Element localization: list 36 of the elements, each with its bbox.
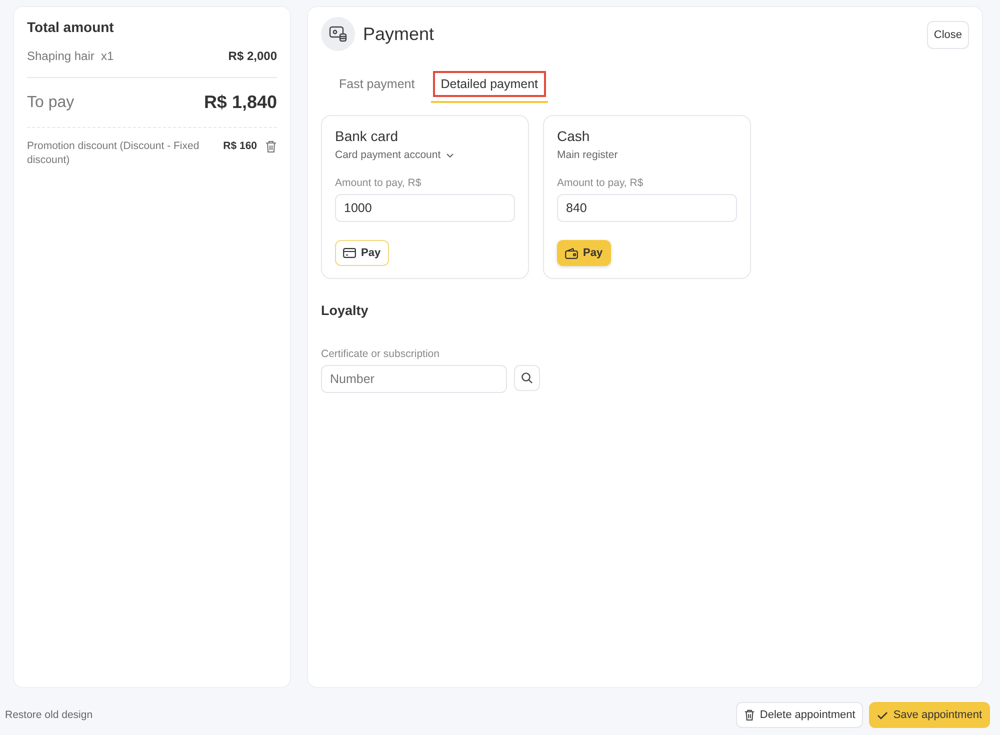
- trash-icon: [744, 709, 755, 721]
- pay-button[interactable]: Pay: [335, 240, 389, 266]
- service-name: Shaping hair x1: [27, 49, 114, 63]
- number-field[interactable]: Number: [321, 365, 507, 393]
- save-button[interactable]: Save appointment: [869, 702, 990, 728]
- to-pay-amount: R$ 1,840: [204, 92, 277, 113]
- amount-field[interactable]: 1000: [335, 194, 515, 222]
- method-title: Bank card: [335, 128, 400, 144]
- card-icon: [343, 248, 356, 258]
- account-name: Main register: [557, 149, 618, 161]
- amount-label: Amount to pay, R$: [557, 177, 644, 189]
- wallet-icon: [565, 248, 578, 258]
- trash-icon[interactable]: [265, 140, 277, 153]
- pay-button[interactable]: Pay: [557, 240, 611, 266]
- to-pay-label: To pay: [27, 94, 74, 112]
- payment-title: Payment: [363, 24, 436, 44]
- payment-tab[interactable]: Detailed payment: [432, 71, 546, 97]
- amount-field[interactable]: 840: [557, 194, 737, 222]
- method-title: Cash: [557, 128, 591, 144]
- restore-link[interactable]: Restore old design: [5, 709, 730, 721]
- discount-name: Promotion discount (Discount - Fixed discount): [27, 140, 200, 168]
- delete-button[interactable]: Delete appointment: [736, 702, 864, 728]
- summary-title: Total amount: [27, 19, 115, 35]
- payment-icon: [321, 17, 355, 51]
- check-icon: [877, 710, 888, 720]
- payment-tab[interactable]: Fast payment: [331, 71, 423, 97]
- service-amount: R$ 2,000: [228, 49, 277, 63]
- certificate-label: Certificate or subscription: [321, 348, 440, 360]
- search-button[interactable]: [514, 365, 540, 391]
- search-icon: [521, 372, 533, 384]
- close-button[interactable]: Close: [926, 21, 969, 49]
- discount-amount: R$ 160: [223, 140, 257, 152]
- amount-label: Amount to pay, R$: [335, 177, 422, 189]
- account-name[interactable]: Card payment account: [335, 149, 441, 161]
- loyalty-title: Loyalty: [321, 303, 370, 318]
- chevron-down-icon[interactable]: [446, 152, 454, 158]
